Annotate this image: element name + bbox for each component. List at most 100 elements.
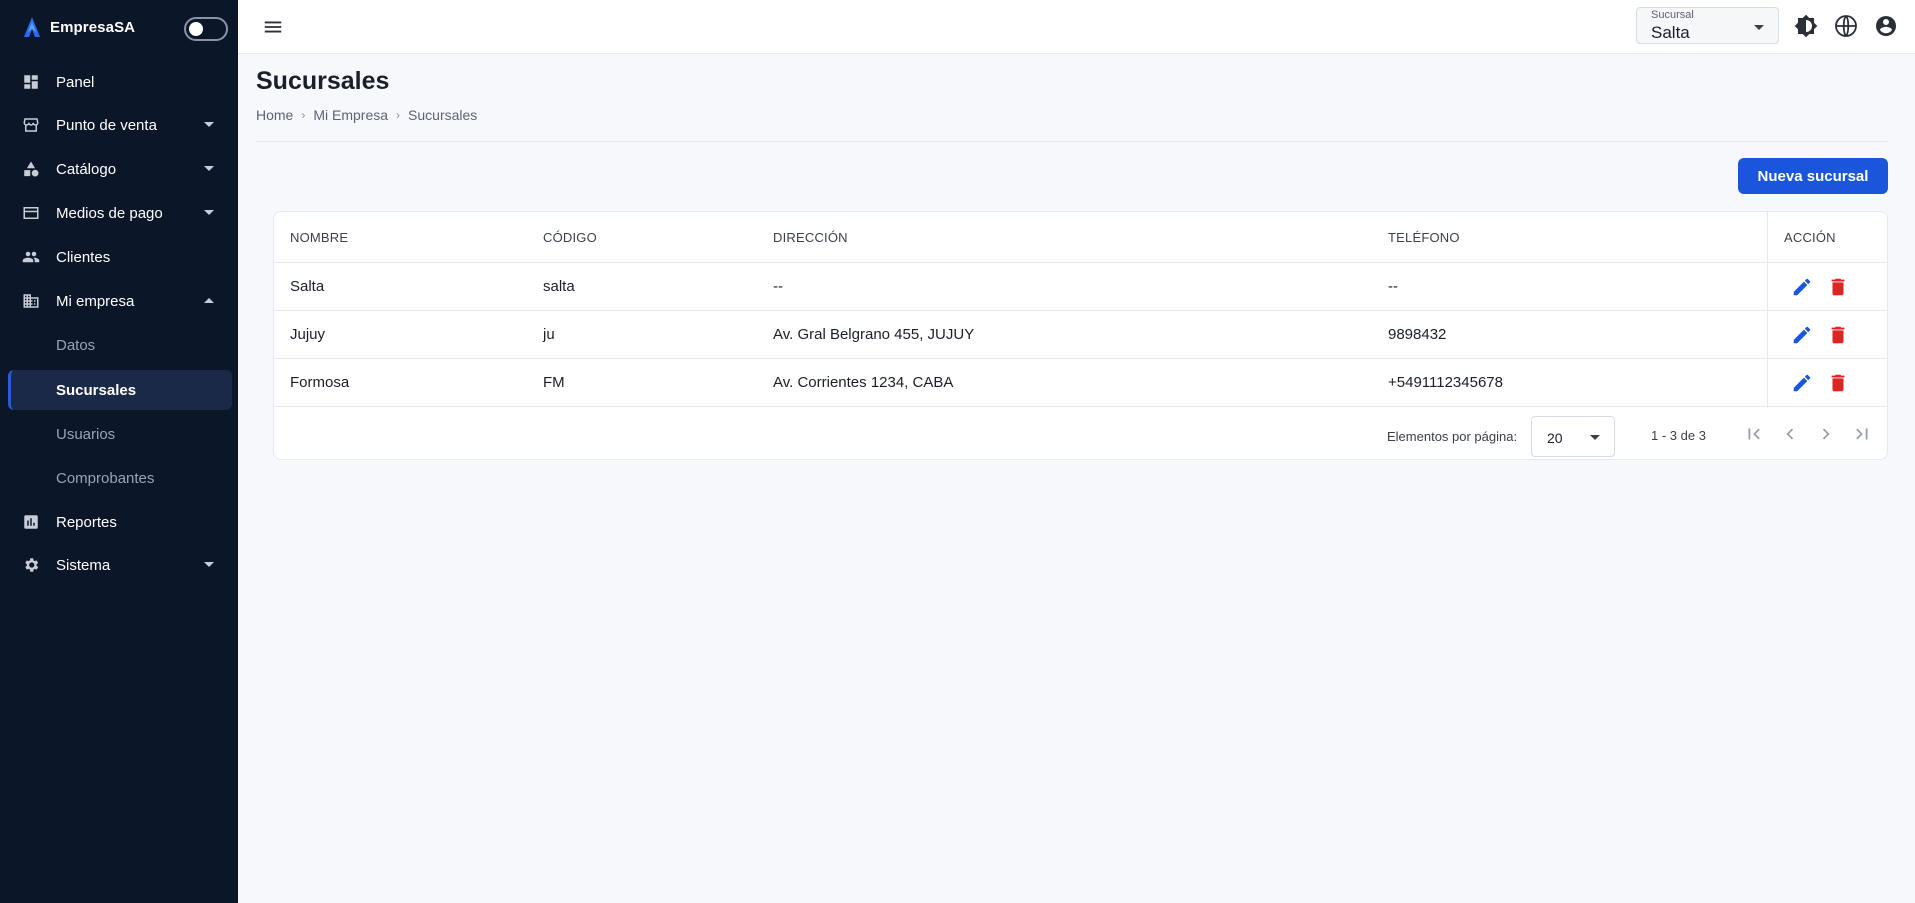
globe-icon[interactable] bbox=[1834, 14, 1858, 38]
cell-codigo: ju bbox=[543, 326, 555, 343]
cell-telefono: +5491112345678 bbox=[1388, 374, 1503, 391]
cell-direccion: Av. Gral Belgrano 455, JUJUY bbox=[773, 326, 975, 343]
branch-select-label: Sucursal bbox=[1651, 9, 1694, 21]
per-page-label: Elementos por página: bbox=[1387, 429, 1518, 444]
sidebar-subitem-datos[interactable]: Datos bbox=[0, 325, 238, 365]
sidebar-item-label: Sistema bbox=[56, 556, 111, 574]
cell-telefono: -- bbox=[1388, 278, 1398, 295]
table-row: Salta salta -- -- bbox=[274, 263, 1887, 311]
column-header-telefono[interactable]: TELÉFONO bbox=[1388, 230, 1460, 245]
paginator: Elementos por página: 20 1 - 3 de 3 bbox=[274, 408, 1887, 459]
cell-nombre: Salta bbox=[290, 278, 325, 295]
theme-toggle[interactable] bbox=[184, 17, 228, 41]
delete-icon[interactable] bbox=[1827, 276, 1849, 298]
column-header-accion: ACCIÓN bbox=[1784, 230, 1836, 245]
category-icon bbox=[24, 161, 39, 177]
sidebar-item-reportes[interactable]: Reportes bbox=[0, 502, 238, 542]
branch-select-value: Salta bbox=[1651, 23, 1690, 42]
cell-nombre: Jujuy bbox=[290, 326, 326, 343]
sidebar-item-label: Catálogo bbox=[56, 160, 117, 178]
sidebar-item-label: Clientes bbox=[56, 248, 111, 266]
chevron-down-icon bbox=[204, 122, 214, 127]
sidebar-item-label: Medios de pago bbox=[56, 204, 163, 222]
chevron-right-icon: › bbox=[396, 108, 401, 122]
sidebar-item-label: Punto de venta bbox=[56, 116, 157, 134]
breadcrumb: Home › Mi Empresa › Sucursales bbox=[256, 107, 477, 123]
menu-icon[interactable] bbox=[262, 16, 284, 38]
dashboard-icon bbox=[24, 75, 38, 89]
sidebar-subitem-label: Comprobantes bbox=[56, 469, 155, 487]
chevron-down-icon bbox=[204, 562, 214, 567]
bar-chart-icon bbox=[24, 515, 38, 529]
edit-icon[interactable] bbox=[1791, 372, 1813, 394]
column-header-direccion[interactable]: DIRECCIÓN bbox=[773, 230, 848, 245]
new-branch-button[interactable]: Nueva sucursal bbox=[1738, 158, 1888, 194]
sidebar-item-mi-empresa[interactable]: Mi empresa bbox=[0, 281, 238, 321]
sidebar-item-sistema[interactable]: Sistema bbox=[0, 545, 238, 585]
sidebar-item-punto-de-venta[interactable]: Punto de venta bbox=[0, 105, 238, 145]
edit-icon[interactable] bbox=[1791, 276, 1813, 298]
brand-name: EmpresaSA bbox=[50, 18, 136, 36]
sidebar-item-clientes[interactable]: Clientes bbox=[0, 237, 238, 277]
cell-direccion: Av. Corrientes 1234, CABA bbox=[773, 374, 954, 391]
cell-codigo: salta bbox=[543, 278, 575, 295]
cell-nombre: Formosa bbox=[290, 374, 350, 391]
header-divider bbox=[256, 141, 1888, 142]
last-page-icon[interactable] bbox=[1851, 423, 1873, 445]
sidebar-subitem-label: Datos bbox=[56, 336, 96, 354]
sidebar-subitem-label: Usuarios bbox=[56, 425, 116, 443]
cell-direccion: -- bbox=[773, 278, 783, 295]
sidebar-item-catalogo[interactable]: Catálogo bbox=[0, 149, 238, 189]
chevron-down-icon bbox=[204, 210, 214, 215]
previous-page-icon[interactable] bbox=[1779, 423, 1801, 445]
topbar: Sucursal Salta bbox=[238, 0, 1915, 54]
sidebar-item-label: Mi empresa bbox=[56, 292, 135, 310]
brand-logo-icon bbox=[24, 17, 40, 37]
credit-card-icon bbox=[23, 207, 39, 219]
chevron-up-icon bbox=[204, 298, 214, 303]
sidebar: EmpresaSA Panel Punto de venta Catálogo … bbox=[0, 0, 238, 903]
next-page-icon[interactable] bbox=[1815, 423, 1837, 445]
per-page-value: 20 bbox=[1547, 430, 1563, 446]
brand: EmpresaSA bbox=[0, 0, 238, 54]
sidebar-subitem-label: Sucursales bbox=[56, 381, 137, 399]
delete-icon[interactable] bbox=[1827, 324, 1849, 346]
action-column-divider bbox=[1767, 212, 1768, 408]
edit-icon[interactable] bbox=[1791, 324, 1813, 346]
sidebar-item-label: Reportes bbox=[56, 513, 117, 531]
cell-telefono: 9898432 bbox=[1388, 326, 1447, 343]
page-title: Sucursales bbox=[256, 67, 390, 95]
table-header: NOMBRE CÓDIGO DIRECCIÓN TELÉFONO ACCIÓN bbox=[274, 212, 1887, 263]
gear-icon bbox=[25, 558, 39, 572]
table-row: Formosa FM Av. Corrientes 1234, CABA +54… bbox=[274, 359, 1887, 407]
first-page-icon[interactable] bbox=[1743, 423, 1765, 445]
chevron-down-icon bbox=[1590, 435, 1600, 440]
sidebar-subitem-sucursales[interactable]: Sucursales bbox=[8, 370, 232, 410]
chevron-right-icon: › bbox=[301, 108, 306, 122]
store-icon bbox=[23, 118, 39, 132]
table-row: Jujuy ju Av. Gral Belgrano 455, JUJUY 98… bbox=[274, 311, 1887, 359]
chevron-down-icon bbox=[1754, 25, 1764, 30]
sidebar-subitem-usuarios[interactable]: Usuarios bbox=[0, 414, 238, 454]
branch-select[interactable]: Sucursal Salta bbox=[1636, 7, 1779, 44]
column-header-nombre[interactable]: NOMBRE bbox=[290, 230, 348, 245]
brightness-icon[interactable] bbox=[1794, 14, 1818, 38]
sidebar-item-panel[interactable]: Panel bbox=[0, 62, 238, 102]
toggle-knob bbox=[189, 22, 203, 36]
account-icon[interactable] bbox=[1874, 14, 1898, 38]
column-header-codigo[interactable]: CÓDIGO bbox=[543, 230, 597, 245]
people-icon bbox=[22, 251, 40, 263]
branches-table-card: NOMBRE CÓDIGO DIRECCIÓN TELÉFONO ACCIÓN … bbox=[273, 211, 1888, 460]
sidebar-subitem-comprobantes[interactable]: Comprobantes bbox=[0, 458, 238, 498]
cell-codigo: FM bbox=[543, 374, 565, 391]
delete-icon[interactable] bbox=[1827, 372, 1849, 394]
page-range: 1 - 3 de 3 bbox=[1651, 428, 1706, 443]
breadcrumb-home[interactable]: Home bbox=[256, 107, 293, 123]
per-page-select[interactable]: 20 bbox=[1531, 416, 1615, 457]
breadcrumb-current: Sucursales bbox=[408, 107, 478, 123]
sidebar-item-label: Panel bbox=[56, 73, 95, 91]
business-icon bbox=[23, 294, 39, 308]
breadcrumb-mi-empresa[interactable]: Mi Empresa bbox=[313, 107, 388, 123]
sidebar-item-medios-de-pago[interactable]: Medios de pago bbox=[0, 193, 238, 233]
chevron-down-icon bbox=[204, 166, 214, 171]
